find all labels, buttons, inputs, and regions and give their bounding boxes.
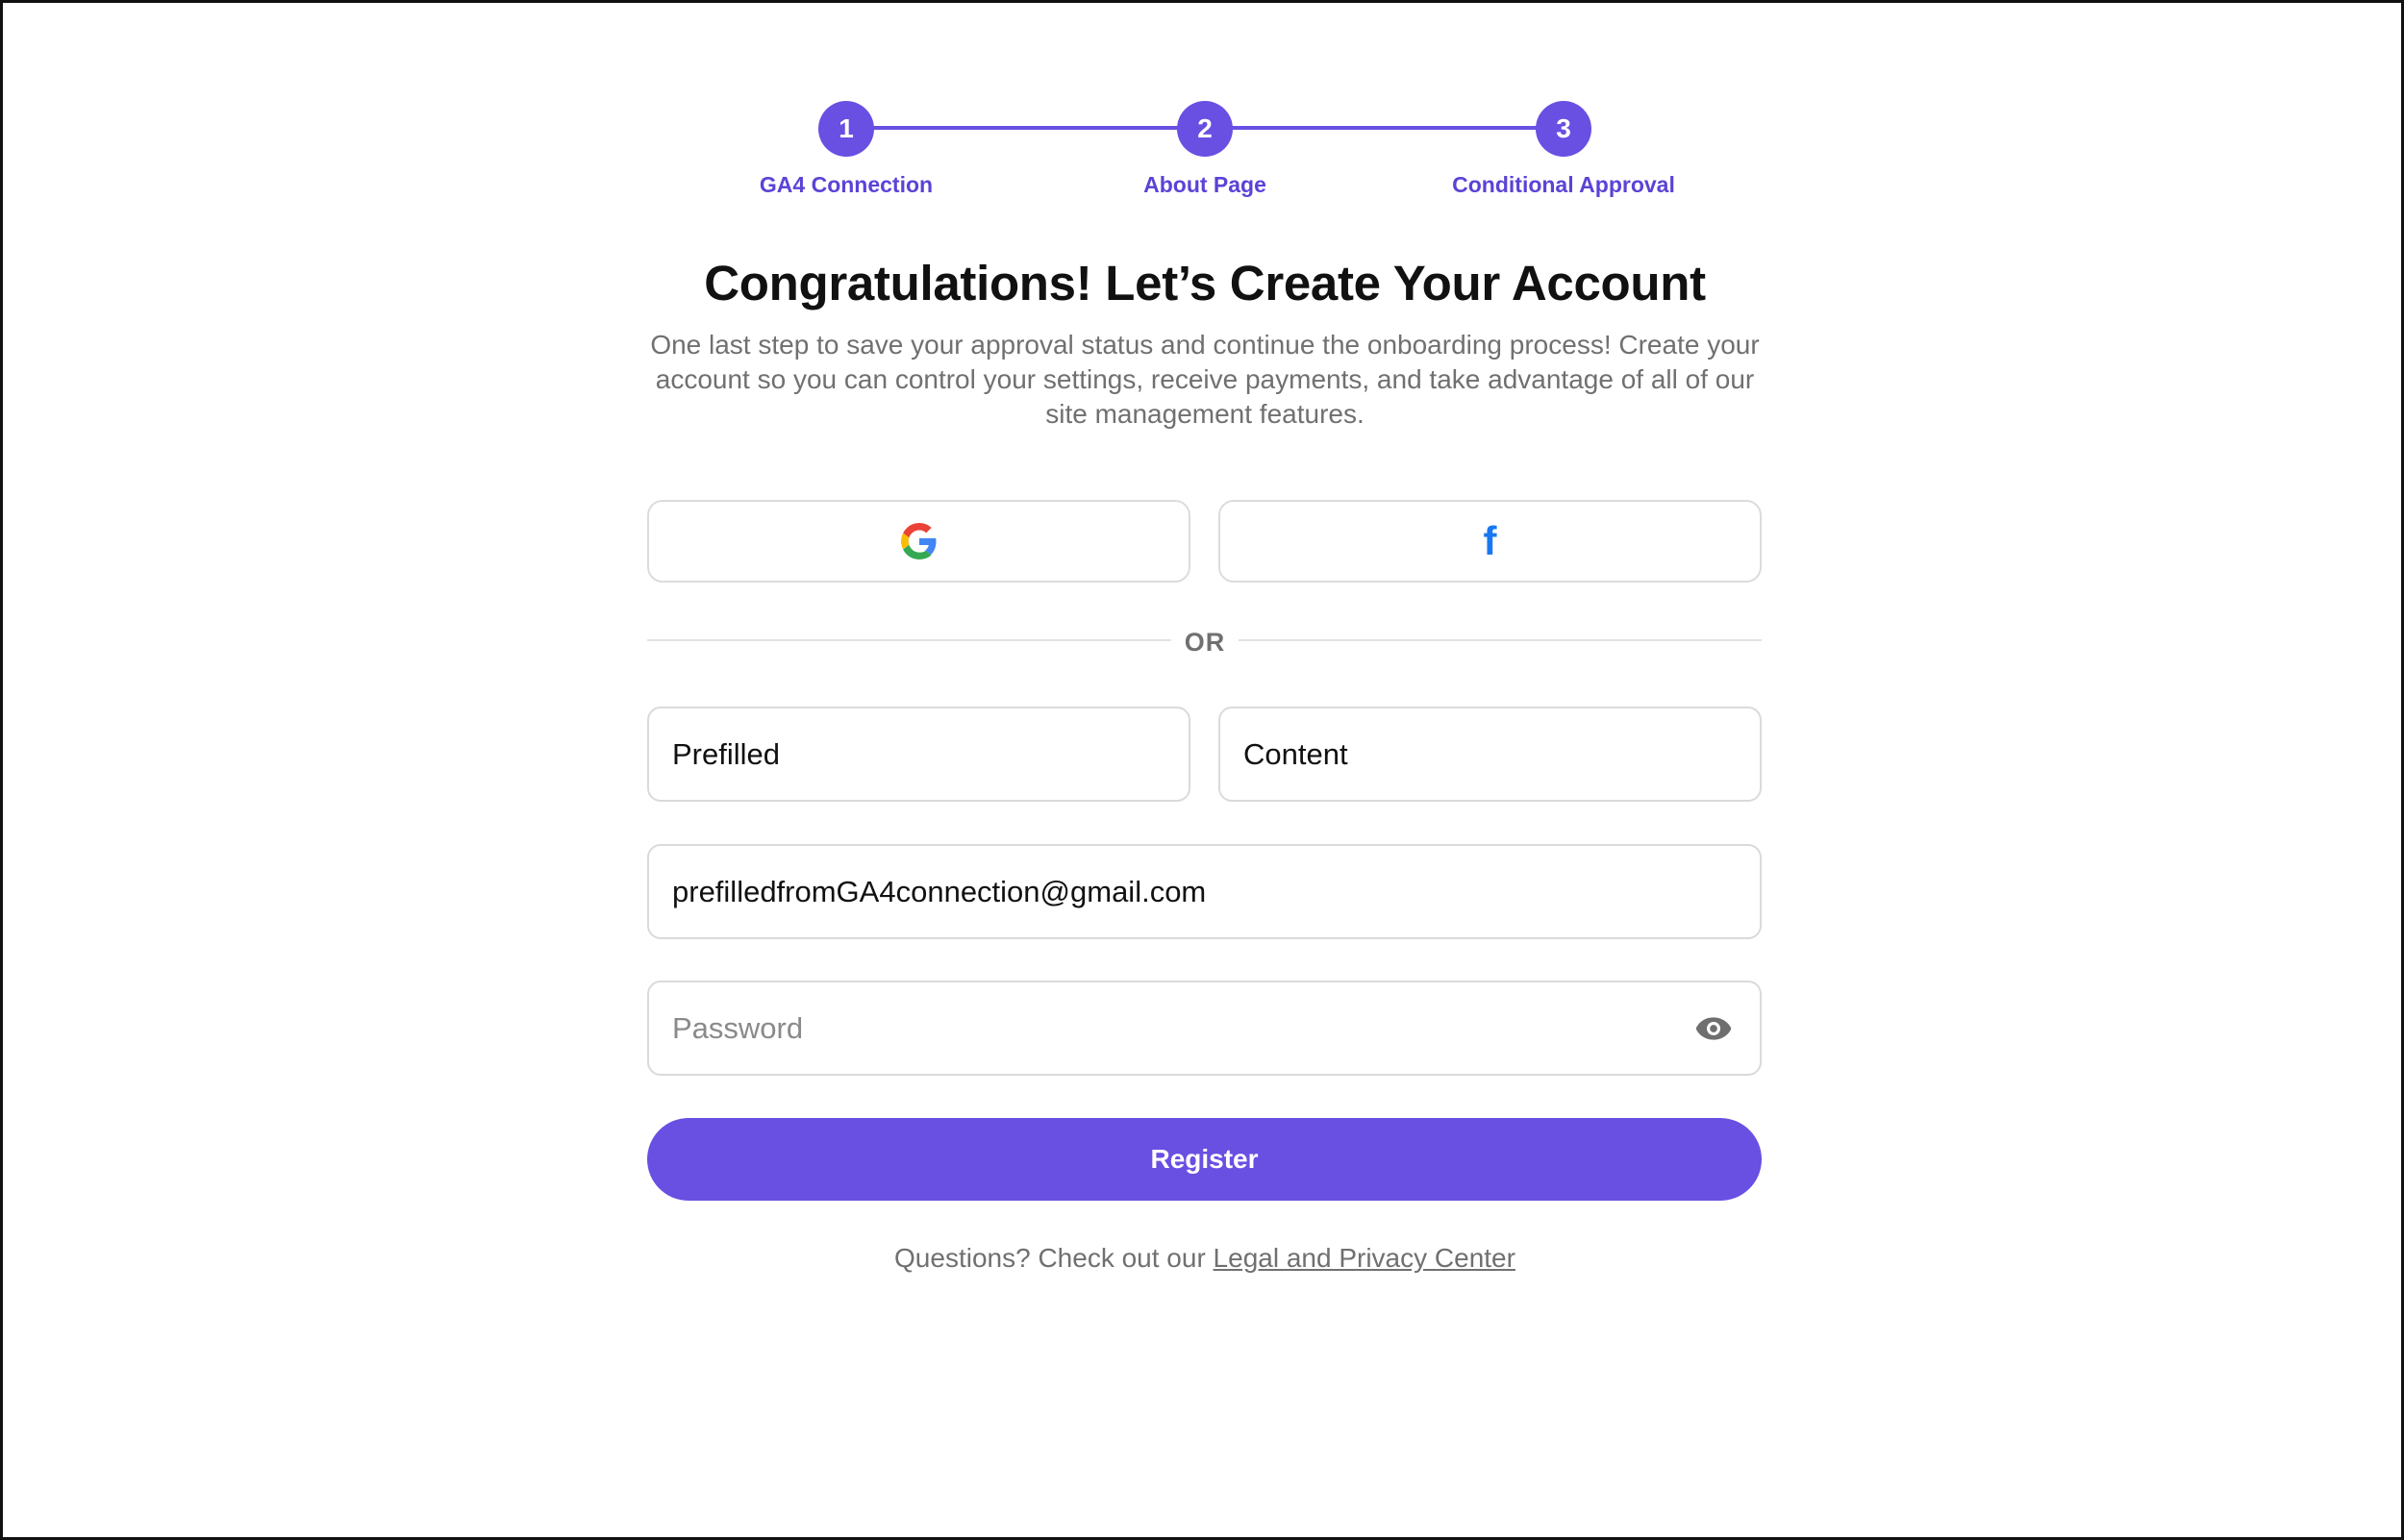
step-2-circle: 2 [1177,101,1233,157]
footer-text: Questions? Check out our [894,1243,1214,1273]
google-signin-button[interactable] [647,500,1190,583]
footer-help: Questions? Check out our Legal and Priva… [3,1243,2404,1274]
email-field[interactable] [672,874,1760,909]
divider-left [647,639,1171,641]
step-connector-2-3 [1232,126,1564,130]
first-name-field-wrapper [647,707,1190,802]
password-field[interactable] [672,1010,1683,1046]
facebook-f-icon: f [1483,518,1497,563]
step-1-circle: 1 [818,101,874,157]
last-name-field[interactable] [1243,736,1760,772]
google-g-icon [900,523,936,559]
page-subtitle: One last step to save your approval stat… [650,330,1760,429]
page-title: Congratulations! Let’s Create Your Accou… [704,256,1706,310]
first-name-field[interactable] [672,736,1189,772]
step-3-circle: 3 [1536,101,1591,157]
step-connector-1-2 [873,126,1205,130]
last-name-field-wrapper [1218,707,1762,802]
or-divider-label: OR [1184,628,1226,657]
legal-privacy-link[interactable]: Legal and Privacy Center [1214,1243,1515,1273]
email-field-wrapper [647,844,1762,939]
step-2-label: About Page [1143,172,1266,197]
page-frame: 1 2 3 GA4 Connection About Page Conditio… [0,0,2404,1540]
facebook-signin-button[interactable]: f [1218,500,1762,583]
step-3-label: Conditional Approval [1452,172,1675,197]
divider-right [1239,639,1762,641]
progress-stepper: 1 2 3 GA4 Connection About Page Conditio… [3,3,2404,214]
register-button[interactable]: Register [647,1118,1762,1201]
step-1-label: GA4 Connection [759,172,934,197]
password-field-wrapper [647,981,1762,1076]
eye-icon[interactable] [1694,1009,1733,1048]
